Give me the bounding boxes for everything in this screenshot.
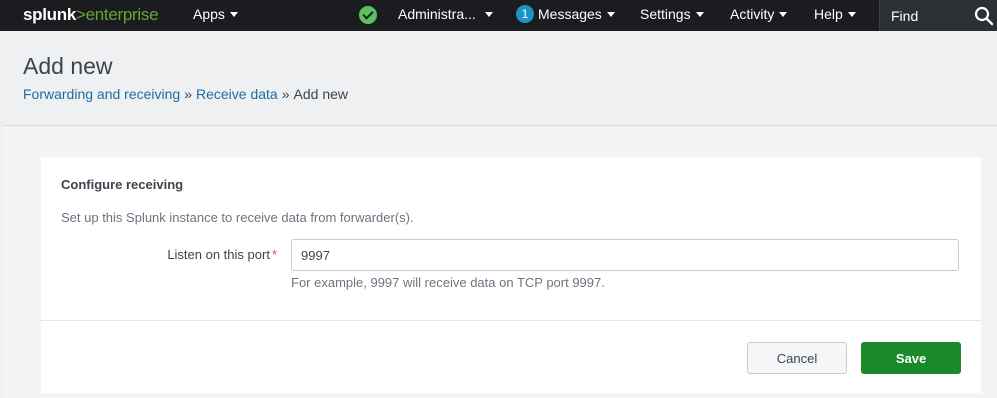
help-menu[interactable]: Help <box>814 0 856 31</box>
port-help-text: For example, 9997 will receive data on T… <box>291 275 605 290</box>
messages-count-badge: 1 <box>516 5 534 23</box>
settings-menu[interactable]: Settings <box>640 0 704 31</box>
logo-main-text: splunk <box>23 5 76 24</box>
find-input[interactable] <box>880 0 972 31</box>
breadcrumb-current: Add new <box>293 86 348 102</box>
port-label-text: Listen on this port <box>167 247 270 262</box>
chevron-down-icon <box>847 12 856 17</box>
breadcrumb-separator: » <box>184 86 192 102</box>
breadcrumb-separator: » <box>281 86 290 102</box>
breadcrumb: Forwarding and receiving» Receive data» Ad… <box>23 86 348 102</box>
section-title: Configure receiving <box>61 177 184 192</box>
splunk-logo[interactable]: splunk>enterprise <box>23 5 159 25</box>
help-menu-label: Help <box>814 6 843 22</box>
section-description: Set up this Splunk instance to receive d… <box>61 210 414 225</box>
administrator-menu[interactable]: Administra... <box>398 0 493 31</box>
breadcrumb-link-receive-data[interactable]: Receive data <box>196 86 278 102</box>
logo-accent-text: >enterprise <box>76 5 159 24</box>
apps-menu-label: Apps <box>193 6 225 22</box>
health-status-ok-icon[interactable] <box>359 6 377 24</box>
port-field-label: Listen on this port * <box>141 247 277 262</box>
find-search-box <box>879 0 997 31</box>
page-header: Add new Forwarding and receiving» Receive… <box>3 31 997 126</box>
messages-menu-label: Messages <box>538 6 602 22</box>
administrator-menu-label: Administra... <box>398 6 476 22</box>
chevron-down-icon <box>695 12 704 17</box>
required-marker: * <box>271 247 277 262</box>
listen-port-input[interactable] <box>291 239 959 271</box>
activity-menu-label: Activity <box>730 6 775 22</box>
chevron-down-icon <box>606 12 615 17</box>
apps-menu[interactable]: Apps <box>193 0 238 31</box>
page-title: Add new <box>23 53 113 79</box>
configure-receiving-panel: Configure receiving Set up this Splunk i… <box>41 157 981 393</box>
save-button[interactable]: Save <box>861 342 961 374</box>
chevron-down-icon <box>484 12 493 17</box>
cancel-button[interactable]: Cancel <box>747 342 847 374</box>
breadcrumb-link-forwarding-and-receiving[interactable]: Forwarding and receiving <box>23 86 180 102</box>
form-footer: Cancel Save <box>41 320 981 393</box>
settings-menu-label: Settings <box>640 6 691 22</box>
search-icon[interactable] <box>974 6 994 26</box>
activity-menu[interactable]: Activity <box>730 0 788 31</box>
messages-menu[interactable]: 1 Messages <box>516 0 615 31</box>
chevron-down-icon <box>229 12 238 17</box>
chevron-down-icon <box>779 12 788 17</box>
top-navigation-bar: splunk>enterprise Apps Administra... 1 Me… <box>0 0 997 31</box>
